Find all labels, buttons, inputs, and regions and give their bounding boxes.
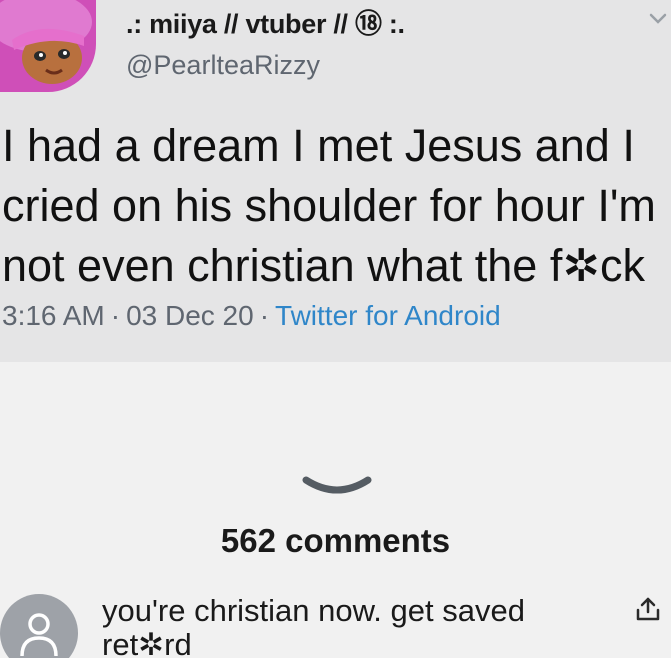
- tweet-date: 03 Dec 20: [126, 300, 254, 331]
- tweet-meta: 3:16 AM · 03 Dec 20 · Twitter for Android: [2, 300, 501, 332]
- meta-separator: ·: [110, 300, 121, 331]
- meta-separator: ·: [259, 300, 270, 331]
- share-icon[interactable]: [634, 596, 662, 627]
- tweet-card[interactable]: .: miiya // vtuber // ⑱ :. @PearlteaRizz…: [0, 0, 671, 362]
- comment-text: you're christian now. get saved ret✲rd: [102, 593, 525, 658]
- comments-count: 562 comments: [220, 522, 451, 559]
- avatar-icon[interactable]: [0, 0, 96, 92]
- tweet-text: I had a dream I met Jesus and I cried on…: [2, 120, 656, 291]
- tweet-source-link[interactable]: Twitter for Android: [275, 300, 501, 331]
- chevron-down-icon[interactable]: [302, 474, 372, 503]
- tweet-time: 3:16 AM: [2, 300, 105, 331]
- user-icon[interactable]: [0, 594, 78, 658]
- user-handle[interactable]: @PearlteaRizzy: [126, 50, 320, 81]
- display-name[interactable]: .: miiya // vtuber // ⑱ :.: [126, 2, 405, 41]
- chevron-down-icon[interactable]: [649, 12, 667, 31]
- screenshot-page: .: miiya // vtuber // ⑱ :. @PearlteaRizz…: [0, 0, 671, 658]
